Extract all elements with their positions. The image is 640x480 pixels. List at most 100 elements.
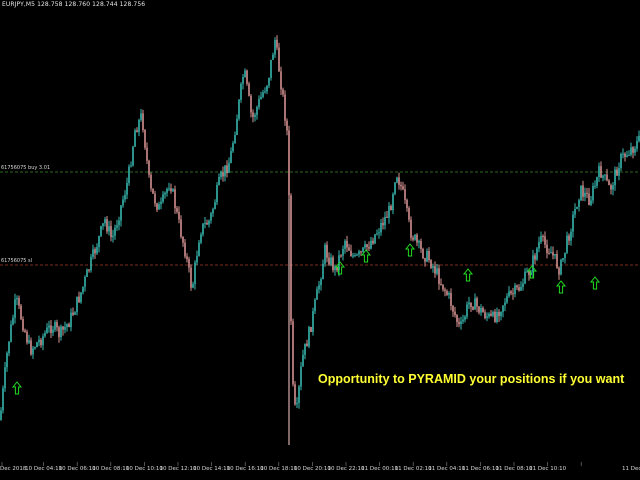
candle-body: [548, 253, 550, 255]
candle-body: [590, 200, 592, 205]
candle-body: [612, 185, 614, 190]
time-axis-label: 10 Dec 06:10: [58, 466, 96, 472]
candle-body: [448, 292, 450, 295]
candle-body: [190, 267, 192, 288]
candle-body: [130, 165, 132, 167]
candle-body: [426, 250, 428, 262]
time-axis-label: Dec 2018: [0, 466, 27, 472]
time-axis-label: 11 Dec 10:10: [529, 466, 567, 472]
candle-body: [324, 244, 326, 264]
candle-body: [50, 325, 52, 333]
candle-body: [480, 307, 482, 313]
candle-body: [586, 192, 588, 194]
candle-body: [164, 192, 166, 195]
candle-body: [64, 326, 66, 330]
chart-window[interactable]: EURJPY,M5 128.758 128.760 128.744 128.75…: [0, 0, 640, 480]
candle-body: [354, 255, 356, 257]
candle-body: [286, 120, 288, 131]
candle-body: [528, 271, 530, 275]
candle-body: [46, 327, 48, 334]
candle-body: [44, 333, 46, 337]
candle-body: [368, 247, 370, 249]
candle-body: [170, 188, 172, 192]
time-axis: Dec 2018 10 Dec 04:10 10 Dec 06:10 10 Dec 0…: [0, 466, 640, 480]
candle-body: [620, 154, 622, 168]
time-axis-label: 11 Dec 06:10: [461, 466, 499, 472]
price-chart[interactable]: [0, 0, 640, 480]
candle-body: [598, 166, 600, 178]
candle-body: [302, 354, 304, 367]
candle-body: [614, 169, 616, 186]
candle-body: [542, 235, 544, 237]
candle-body: [216, 185, 218, 203]
candle-body: [110, 226, 112, 238]
candle-body: [54, 322, 56, 330]
candle-body: [318, 285, 320, 290]
candle-body: [366, 244, 368, 248]
candle-body: [470, 302, 472, 308]
candle-body: [398, 177, 400, 185]
candle-body: [22, 319, 24, 331]
candle-body: [40, 339, 42, 346]
candle-body: [174, 189, 176, 209]
candle-body: [606, 174, 608, 181]
candle-body: [162, 194, 164, 202]
candle-body: [70, 312, 72, 328]
candle-body: [468, 302, 470, 305]
candle-body: [12, 317, 14, 325]
candle-body: [582, 185, 584, 197]
candle-body: [200, 234, 202, 243]
candle-body: [308, 327, 310, 347]
candle-body: [148, 160, 150, 175]
candle-body: [234, 135, 236, 144]
pyramid-annotation: Opportunity to PYRAMID your positions if…: [318, 372, 625, 386]
candle-body: [56, 322, 58, 328]
candle-body: [316, 289, 318, 300]
candle-body: [430, 260, 432, 268]
candle-body: [160, 201, 162, 205]
candle-body: [602, 175, 604, 178]
candle-body: [626, 155, 628, 157]
candle-body: [488, 313, 490, 317]
candle-body: [578, 200, 580, 207]
candle-body: [84, 276, 86, 287]
candle-body: [550, 252, 552, 254]
candle-body: [118, 220, 120, 226]
candle-body: [106, 219, 108, 232]
candle-body: [256, 107, 258, 115]
candle-body: [560, 259, 562, 275]
candle-body: [584, 192, 586, 197]
candle-body: [434, 266, 436, 274]
candle-body: [124, 194, 126, 200]
candle-body: [32, 348, 34, 355]
candle-body: [24, 330, 26, 332]
candle-body: [176, 208, 178, 212]
candle-body: [166, 188, 168, 193]
stop-loss-level-label: 61756075 sl: [1, 258, 33, 264]
up-arrow-icon: [11, 381, 23, 395]
candle-body: [594, 185, 596, 187]
candle-body: [558, 267, 560, 275]
candle-body: [96, 247, 98, 254]
candle-body: [142, 113, 144, 131]
candle-body: [230, 151, 232, 163]
candle-body: [498, 311, 500, 317]
time-axis-label: 11 Dec 04:10: [428, 466, 466, 472]
candle-body: [8, 341, 10, 354]
candle-body: [238, 99, 240, 119]
candle-body: [630, 147, 632, 155]
time-axis-label: 10 Dec 04:10: [25, 466, 63, 472]
candle-body: [574, 208, 576, 215]
candle-body: [90, 256, 92, 271]
candle-body: [608, 180, 610, 186]
candle-body: [394, 182, 396, 195]
candle-body: [36, 342, 38, 348]
candle-body: [390, 206, 392, 211]
time-axis-label: 10 Dec 20:10: [293, 466, 331, 472]
candle-body: [572, 214, 574, 232]
buy-level-label: 61756075 buy 3.01: [1, 165, 51, 171]
candle-body: [556, 254, 558, 268]
candle-body: [422, 248, 424, 259]
candle-body: [516, 285, 518, 288]
candle-body: [312, 311, 314, 332]
